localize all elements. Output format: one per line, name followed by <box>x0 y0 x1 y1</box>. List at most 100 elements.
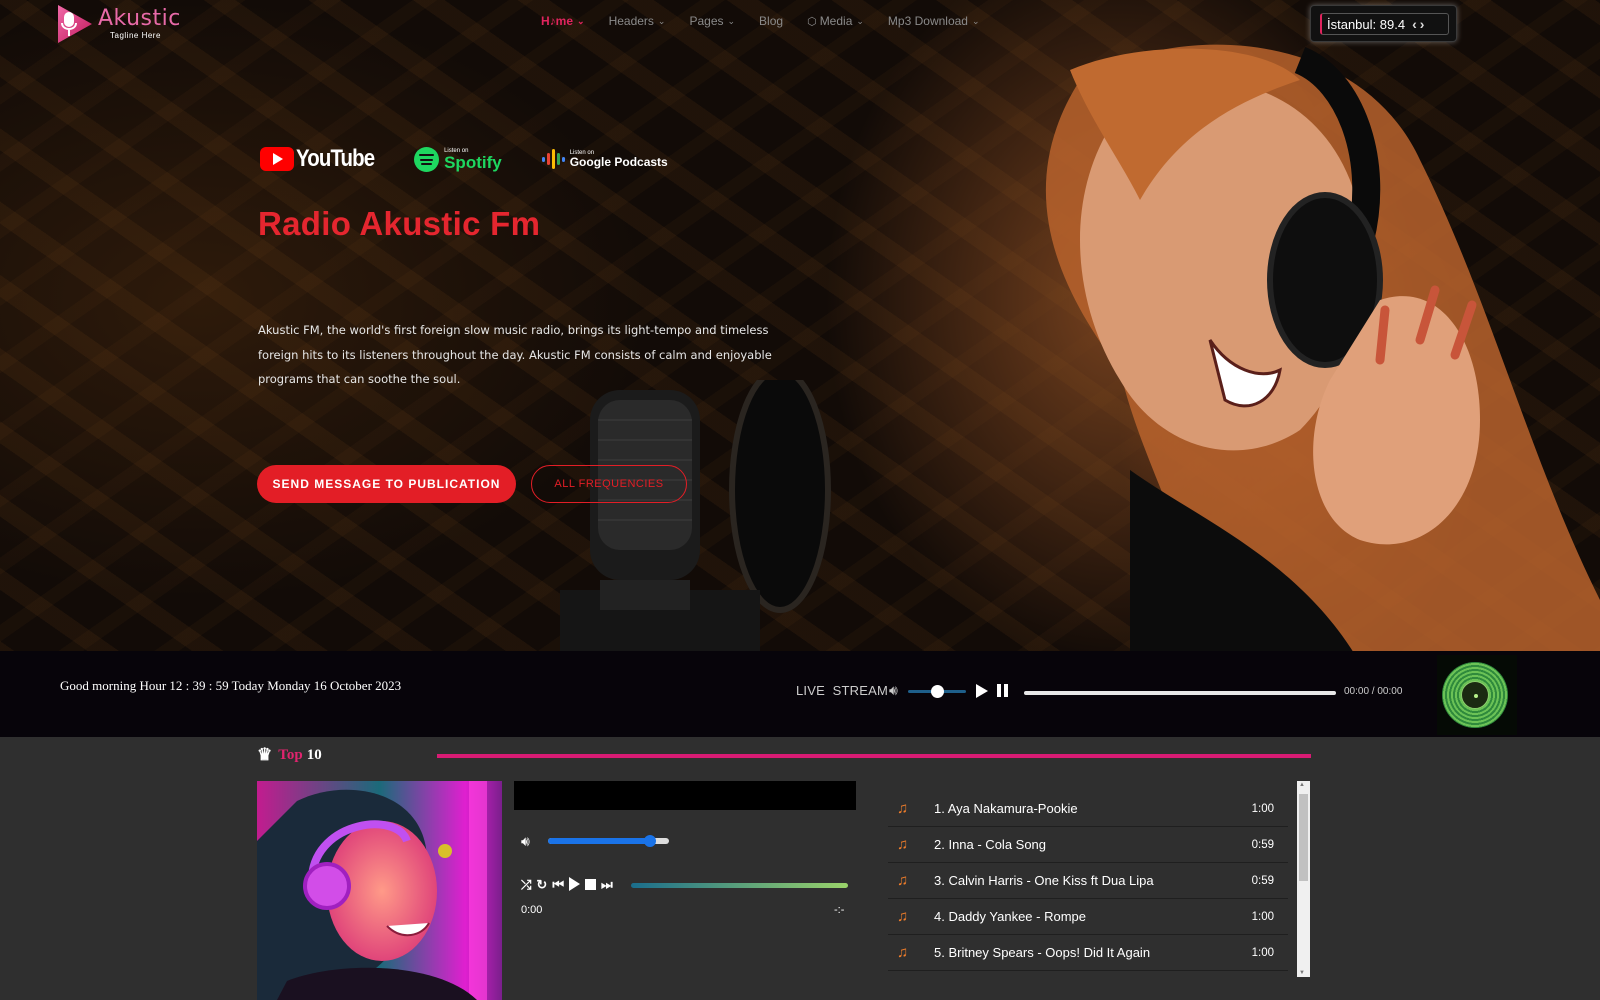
youtube-link[interactable]: YouTube <box>260 145 388 173</box>
send-message-button[interactable]: SEND MESSAGE TO PUBLICATION <box>257 465 516 503</box>
hero-description: Akustic FM, the world's first foreign sl… <box>258 323 772 386</box>
nav-item-headers[interactable]: Headers ⌄ <box>609 14 666 28</box>
hero-section <box>0 0 1600 663</box>
total-time: -:- <box>834 904 845 916</box>
logo-play-mic-icon <box>58 5 92 43</box>
track-title: 5. Britney Spears - Oops! Did It Again <box>934 945 1151 960</box>
nav-label: Pages <box>689 14 724 28</box>
playlist-item[interactable]: ♫ 1. Aya Nakamura-Pookie 1:00 <box>888 791 1288 827</box>
player-volume-slider[interactable] <box>548 835 669 847</box>
scroll-thumb[interactable] <box>1299 794 1308 881</box>
frequency-selector: İstanbul: 89.4 ‹› <box>1310 5 1457 42</box>
heading-divider <box>437 754 1311 758</box>
playlist-item[interactable]: ♫ 3. Calvin Harris - One Kiss ft Dua Lip… <box>888 863 1288 899</box>
chevron-down-icon: ⌄ <box>577 15 585 26</box>
track-title: 3. Calvin Harris - One Kiss ft Dua Lipa <box>934 873 1154 888</box>
chevron-down-icon: ⌄ <box>727 15 736 26</box>
live-volume-slider[interactable] <box>908 685 966 698</box>
now-playing-bar <box>514 781 856 810</box>
volume-icon[interactable]: 🔊︎ <box>889 682 898 699</box>
nav-item-media[interactable]: ⬡ Media ⌄ <box>807 14 864 28</box>
live-stream-label: LIVE STREAM <box>796 683 888 698</box>
play-icon[interactable] <box>976 684 988 698</box>
playlist: ♫ 1. Aya Nakamura-Pookie 1:00 ♫ 2. Inna … <box>888 781 1288 1000</box>
cube-icon: ⬡ <box>807 15 817 28</box>
volume-fill <box>548 838 655 844</box>
play-icon[interactable] <box>569 877 581 891</box>
playlist-item[interactable]: ♫ 5. Britney Spears - Oops! Did It Again… <box>888 935 1288 971</box>
nav-item-mp3-download[interactable]: Mp3 Download ⌄ <box>888 14 980 28</box>
google-podcasts-icon <box>541 148 565 170</box>
current-time: 0:00 <box>521 904 543 916</box>
track-duration: 0:59 <box>1251 874 1274 887</box>
spotify-link[interactable]: Listen on Spotify <box>414 146 502 172</box>
music-note-icon: ♫ <box>897 800 909 817</box>
vinyl-disc-icon <box>1442 662 1508 728</box>
nav-item-pages[interactable]: Pages ⌄ <box>689 14 735 28</box>
all-frequencies-button[interactable]: ALL FREQUENCIES <box>531 465 687 503</box>
volume-icon[interactable]: 🔊︎ <box>521 833 530 850</box>
chevron-down-icon: ⌄ <box>856 15 864 26</box>
pause-icon[interactable] <box>997 684 1008 697</box>
album-cover-image <box>257 781 502 1000</box>
track-title: 1. Aya Nakamura-Pookie <box>934 801 1078 816</box>
spotify-icon <box>414 146 440 172</box>
music-note-icon: ♫ <box>897 908 909 925</box>
singer-with-headphones-image <box>1045 44 1600 663</box>
crown-icon: ♛ <box>257 745 273 764</box>
track-progress-bar[interactable] <box>631 883 848 888</box>
player-controls: ⤮ ↻ ⏮︎ ⏭︎ <box>521 877 613 891</box>
greeting-clock: Good morning Hour 12 : 39 : 59 Today Mon… <box>60 678 402 693</box>
track-duration: 0:59 <box>1251 838 1274 851</box>
nav-label: Blog <box>759 14 784 28</box>
nav-label: Media <box>819 14 853 28</box>
nav-item-home[interactable]: H♪me ⌄ <box>541 14 585 28</box>
google-podcasts-label: Google Podcasts <box>569 155 668 169</box>
chevron-right-icon[interactable]: › <box>1420 16 1428 32</box>
frequency-text: İstanbul: 89.4 <box>1327 16 1406 32</box>
youtube-icon <box>260 147 294 171</box>
logo-tagline: Tagline Here <box>110 31 161 40</box>
studio-microphone-image <box>560 380 831 663</box>
scroll-down-icon[interactable]: ▼ <box>1299 970 1305 976</box>
spotify-label: Spotify <box>444 152 502 172</box>
music-note-icon: ♫ <box>897 872 909 889</box>
platform-links: YouTube Listen on Spotify Listen on Goog… <box>260 145 668 173</box>
top-word: Top <box>278 746 303 763</box>
live-seek-bar[interactable] <box>1024 691 1336 695</box>
music-note-icon: ♫ <box>897 836 909 853</box>
track-duration: 1:00 <box>1251 946 1274 959</box>
top10-heading: ♛ Top 10 <box>257 745 322 765</box>
playlist-scrollbar[interactable]: ▲ ▼ <box>1297 781 1310 977</box>
logo-name: Akustic <box>98 6 181 31</box>
track-title: 4. Daddy Yankee - Rompe <box>934 909 1086 924</box>
youtube-label: YouTube <box>296 145 375 172</box>
next-icon[interactable]: ⏭︎ <box>601 878 613 891</box>
vinyl-record-image <box>1437 655 1517 735</box>
slider-knob[interactable] <box>930 685 944 698</box>
playlist-item[interactable]: ♫ 2. Inna - Cola Song 0:59 <box>888 827 1288 863</box>
repeat-icon[interactable]: ↻ <box>536 878 547 891</box>
top-number: 10 <box>306 746 322 763</box>
google-podcasts-link[interactable]: Listen on Google Podcasts <box>541 148 668 170</box>
shuffle-icon[interactable]: ⤮ <box>521 878 531 891</box>
track-duration: 1:00 <box>1251 802 1274 815</box>
scroll-up-icon[interactable]: ▲ <box>1299 782 1305 788</box>
track-duration: 1:00 <box>1251 910 1274 923</box>
nav-label: Mp3 Download <box>887 14 968 28</box>
nav-label: Headers <box>608 14 654 28</box>
slider-knob[interactable] <box>643 835 656 847</box>
site-logo[interactable]: Akustic Tagline Here <box>56 2 186 46</box>
live-player-bar: Good morning Hour 12 : 39 : 59 Today Mon… <box>0 651 1600 737</box>
music-note-icon: ♫ <box>897 944 909 961</box>
track-title: 2. Inna - Cola Song <box>934 837 1047 852</box>
time-readout: 00:00 / 00:00 <box>1344 686 1403 697</box>
chevron-down-icon: ⌄ <box>657 15 666 26</box>
stop-icon[interactable] <box>585 878 597 890</box>
nav-label: H♪me <box>541 14 574 28</box>
nav-item-blog[interactable]: Blog <box>759 14 783 28</box>
chevron-left-icon[interactable]: ‹ <box>1412 16 1420 32</box>
playlist-item[interactable]: ♫ 4. Daddy Yankee - Rompe 1:00 <box>888 899 1288 935</box>
hero-title: Radio Akustic Fm <box>258 205 541 242</box>
previous-icon[interactable]: ⏮︎ <box>552 878 564 891</box>
